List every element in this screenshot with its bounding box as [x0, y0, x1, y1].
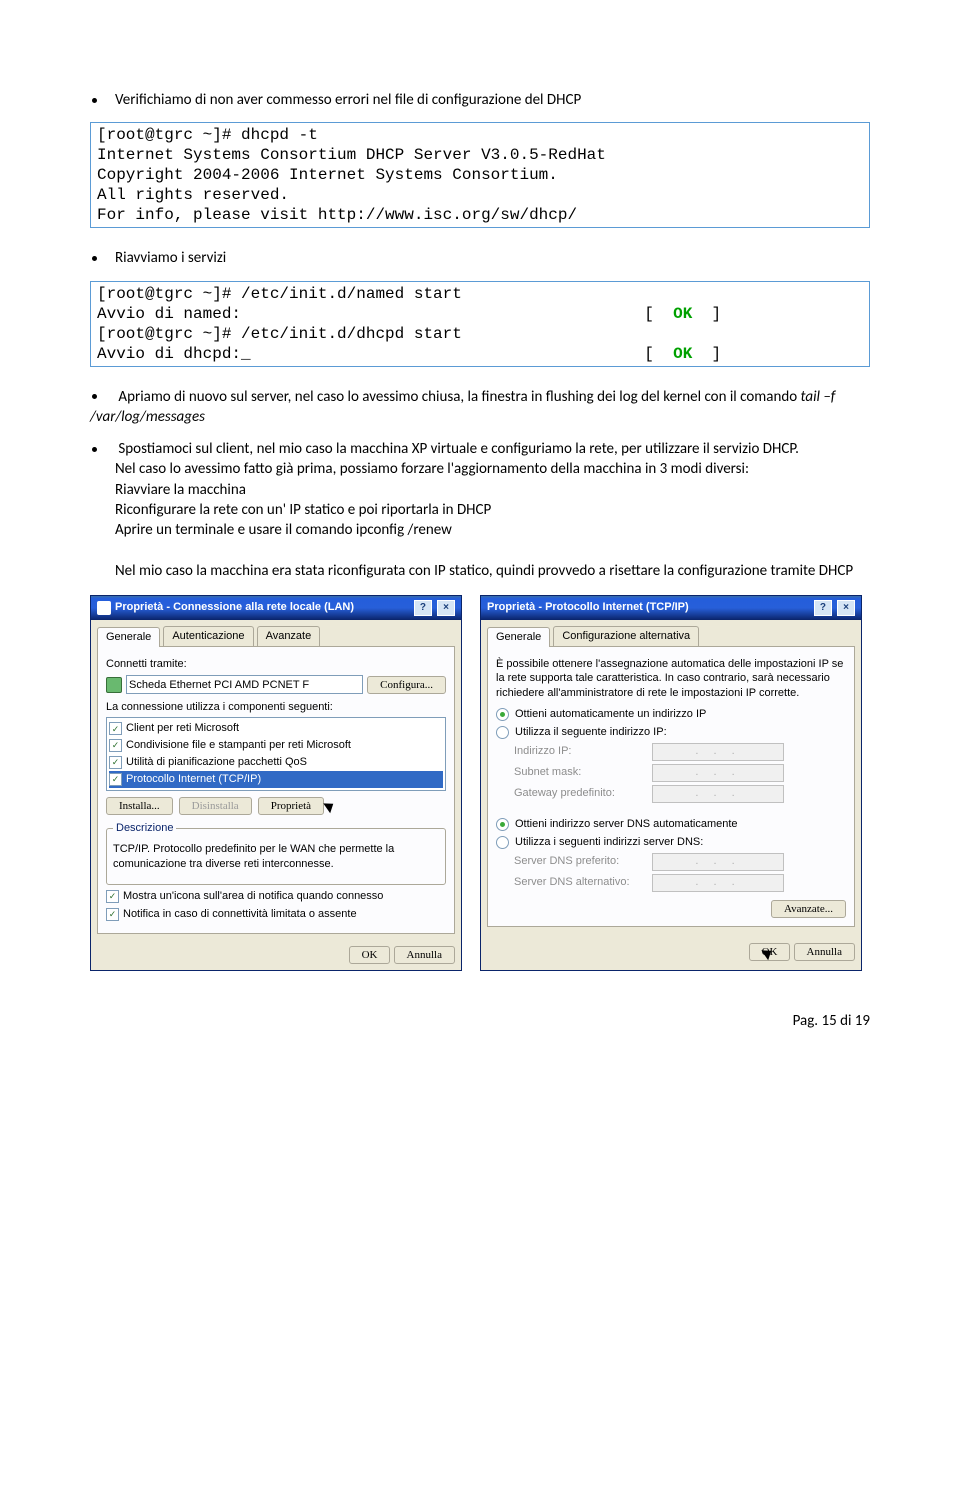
list-item[interactable]: Utilità di pianificazione pacchetti QoS — [126, 755, 307, 770]
tab-generale[interactable]: Generale — [97, 627, 160, 647]
description-legend: Descrizione — [113, 821, 176, 836]
page-footer: Pag. 15 di 19 — [90, 1011, 870, 1031]
tab-config-alternativa[interactable]: Configurazione alternativa — [553, 626, 699, 646]
nic-icon — [106, 677, 122, 693]
close-icon[interactable]: × — [437, 600, 455, 616]
gateway-label: Gateway predefinito: — [514, 786, 644, 801]
close-icon[interactable]: × — [837, 600, 855, 616]
mouse-cursor-icon — [764, 947, 776, 963]
dns2-field: . . . — [652, 874, 784, 892]
radio-auto-dns-label[interactable]: Ottieni indirizzo server DNS automaticam… — [515, 817, 738, 832]
uninstall-button: Disinstalla — [179, 797, 252, 815]
tcpip-properties-window: Proprietà - Protocollo Internet (TCP/IP)… — [480, 595, 862, 971]
gateway-field: . . . — [652, 785, 784, 803]
mouse-cursor-icon — [326, 800, 338, 816]
radio-static-ip-label[interactable]: Utilizza il seguente indirizzo IP: — [515, 725, 667, 740]
bullet-4f: Nel mio caso la macchina era stata ricon… — [115, 561, 870, 581]
bullet-3: Apriamo di nuovo sul server, nel caso lo… — [118, 388, 797, 406]
radio-static-dns-label[interactable]: Utilizza i seguenti indirizzi server DNS… — [515, 835, 703, 850]
terminal-output-2: [root@tgrc ~]# /etc/init.d/named start A… — [90, 281, 870, 367]
window-icon — [97, 601, 111, 615]
components-listbox[interactable]: ✓Client per reti Microsoft ✓Condivisione… — [106, 717, 446, 791]
bullet-4a: Spostiamoci sul client, nel mio caso la … — [118, 440, 799, 458]
bullet-1: Verifichiamo di non aver commesso errori… — [115, 91, 581, 109]
install-button[interactable]: Installa... — [106, 797, 173, 815]
dns1-label: Server DNS preferito: — [514, 854, 644, 869]
tab-avanzate[interactable]: Avanzate — [257, 626, 321, 646]
ip-field: . . . — [652, 743, 784, 761]
components-label: La connessione utilizza i componenti seg… — [106, 700, 446, 715]
radio-static-ip[interactable] — [496, 726, 509, 739]
advanced-button[interactable]: Avanzate... — [771, 900, 846, 918]
dns1-field: . . . — [652, 853, 784, 871]
checkbox-show-icon[interactable]: Mostra un'icona sull'area di notifica qu… — [123, 889, 383, 904]
bullet-4d: Riconfigurare la rete con un' IP statico… — [115, 500, 870, 520]
window-title: Proprietà - Connessione alla rete locale… — [115, 600, 354, 615]
ok-button[interactable]: OK — [349, 946, 391, 964]
radio-auto-ip[interactable] — [496, 708, 509, 721]
tab-generale[interactable]: Generale — [487, 627, 550, 647]
mask-label: Subnet mask: — [514, 765, 644, 780]
list-item-selected[interactable]: Protocollo Internet (TCP/IP) — [126, 772, 261, 787]
window-title: Proprietà - Protocollo Internet (TCP/IP) — [487, 600, 689, 615]
radio-auto-dns[interactable] — [496, 818, 509, 831]
radio-auto-ip-label[interactable]: Ottieni automaticamente un indirizzo IP — [515, 707, 706, 722]
help-icon[interactable]: ? — [414, 600, 432, 616]
mask-field: . . . — [652, 764, 784, 782]
bullet-4e: Aprire un terminale e usare il comando i… — [115, 520, 870, 540]
cancel-button[interactable]: Annulla — [794, 943, 855, 961]
radio-static-dns[interactable] — [496, 836, 509, 849]
tab-autenticazione[interactable]: Autenticazione — [163, 626, 253, 646]
help-icon[interactable]: ? — [814, 600, 832, 616]
description-text: TCP/IP. Protocollo predefinito per le WA… — [113, 842, 439, 872]
dns2-label: Server DNS alternativo: — [514, 875, 644, 890]
list-item[interactable]: Condivisione file e stampanti per reti M… — [126, 738, 351, 753]
configure-button[interactable]: Configura... — [367, 676, 446, 694]
nic-field[interactable] — [126, 675, 363, 694]
bullet-4c: Riavviare la macchina — [115, 480, 870, 500]
lan-properties-window: Proprietà - Connessione alla rete locale… — [90, 595, 462, 971]
list-item[interactable]: Client per reti Microsoft — [126, 721, 239, 736]
cancel-button[interactable]: Annulla — [394, 946, 455, 964]
checkbox-notify-limited[interactable]: Notifica in caso di connettività limitat… — [123, 907, 357, 922]
properties-button[interactable]: Proprietà — [258, 797, 324, 815]
connect-via-label: Connetti tramite: — [106, 657, 446, 672]
ip-label: Indirizzo IP: — [514, 744, 644, 759]
intro-text: È possibile ottenere l'assegnazione auto… — [496, 657, 846, 702]
terminal-output-1: [root@tgrc ~]# dhcpd -t Internet Systems… — [90, 122, 870, 228]
bullet-2: Riavviamo i servizi — [115, 249, 226, 267]
bullet-4b: Nel caso lo avessimo fatto già prima, po… — [115, 459, 870, 479]
